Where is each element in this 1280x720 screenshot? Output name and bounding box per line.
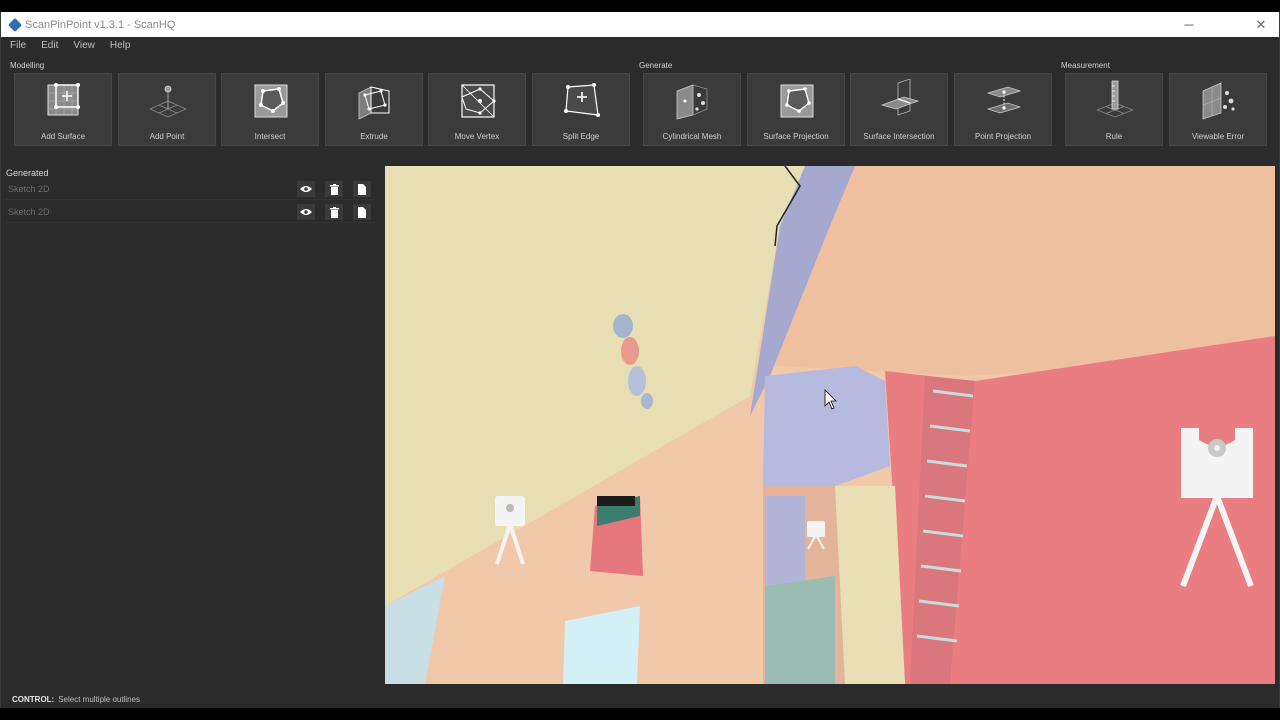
window-title: ScanPinPoint v1.3.1 - ScanHQ [25,18,176,31]
cylindrical-mesh-label: Cylindrical Mesh [662,132,722,141]
surface-projection-label: Surface Projection [763,132,829,141]
layer-name: Sketch 2D [8,184,50,194]
visibility-eye-icon[interactable] [297,204,315,220]
viewable-error-button[interactable]: Viewable Error [1169,73,1267,146]
cylindrical-mesh-icon [676,84,708,120]
intersect-icon [254,84,288,118]
blue-floor [763,366,890,486]
surface-projection-icon [780,84,814,118]
layer-row[interactable]: Sketch 2D [4,201,375,223]
menu-file[interactable]: File [10,40,26,51]
layer-row[interactable]: Sketch 2D [4,178,375,200]
dark-object [597,496,635,506]
status-key: CONTROL: [12,694,55,704]
menu-help[interactable]: Help [110,40,131,51]
group-label-generate: Generate [639,61,673,70]
add-point-button[interactable]: Add Point [118,73,216,146]
intersect-button[interactable]: Intersect [221,73,319,146]
point-projection-button[interactable]: Point Projection [954,73,1052,146]
move-vertex-label: Move Vertex [454,132,500,141]
rule-button[interactable]: Rule [1065,73,1163,146]
move-vertex-button[interactable]: Move Vertex [428,73,526,146]
layer-name: Sketch 2D [8,207,50,217]
intersect-label: Intersect [254,132,286,141]
menu-bar: File Edit View Help [1,37,1279,53]
extrude-label: Extrude [360,132,388,141]
3d-viewport[interactable] [385,166,1275,684]
surface-intersection-label: Surface Intersection [863,132,935,141]
viewable-error-label: Viewable Error [1191,132,1245,141]
menu-edit[interactable]: Edit [41,40,58,51]
status-bar: CONTROL: Select multiple outlines [1,690,1279,708]
add-point-label: Add Point [149,132,185,141]
extrude-button[interactable]: Extrude [325,73,423,146]
surface-projection-button[interactable]: Surface Projection [747,73,845,146]
teal-block [765,576,835,684]
add-surface-button[interactable]: Add Surface [14,73,112,146]
tool-ribbon: Modelling Generate Measurement Add Surfa… [1,53,1279,154]
split-edge-button[interactable]: Split Edge [532,73,630,146]
app-logo-icon [7,17,23,32]
point-projection-label: Point Projection [974,132,1032,141]
surface-intersection-button[interactable]: Surface Intersection [850,73,948,146]
split-edge-label: Split Edge [562,132,600,141]
menu-view[interactable]: View [73,40,95,51]
add-surface-icon [47,83,80,116]
rule-icon [1096,80,1134,118]
group-label-measurement: Measurement [1061,61,1110,70]
add-surface-label: Add Surface [40,132,86,141]
point-projection-icon [986,86,1022,114]
title-bar: ScanPinPoint v1.3.1 - ScanHQ ─ ✕ [1,12,1279,37]
add-point-icon [149,85,187,118]
top-black-strip [0,0,1280,12]
split-edge-icon [564,83,600,117]
close-button[interactable]: ✕ [1238,12,1280,37]
viewable-error-icon [1202,82,1235,120]
cylindrical-mesh-button[interactable]: Cylindrical Mesh [643,73,741,146]
surface-intersection-icon [880,79,920,116]
rule-label: Rule [1105,132,1123,141]
move-vertex-icon [461,84,496,118]
status-text: Select multiple outlines [58,694,141,704]
visibility-eye-icon[interactable] [297,181,315,197]
group-label-modelling: Modelling [10,61,45,70]
extrude-icon [358,86,390,120]
delete-trash-icon[interactable] [325,204,343,220]
ceiling-surface [775,166,1275,376]
delete-trash-icon[interactable] [325,181,343,197]
layers-panel: Generated Sketch 2D Sketch 2D [1,154,383,698]
yellow-column [835,486,905,684]
document-icon[interactable] [353,204,371,220]
layers-panel-title: Generated [6,168,49,178]
app-window: ScanPinPoint v1.3.1 - ScanHQ ─ ✕ File Ed… [0,12,1280,708]
document-icon[interactable] [353,181,371,197]
bottom-black-strip [0,708,1280,720]
minimize-button[interactable]: ─ [1166,12,1212,37]
